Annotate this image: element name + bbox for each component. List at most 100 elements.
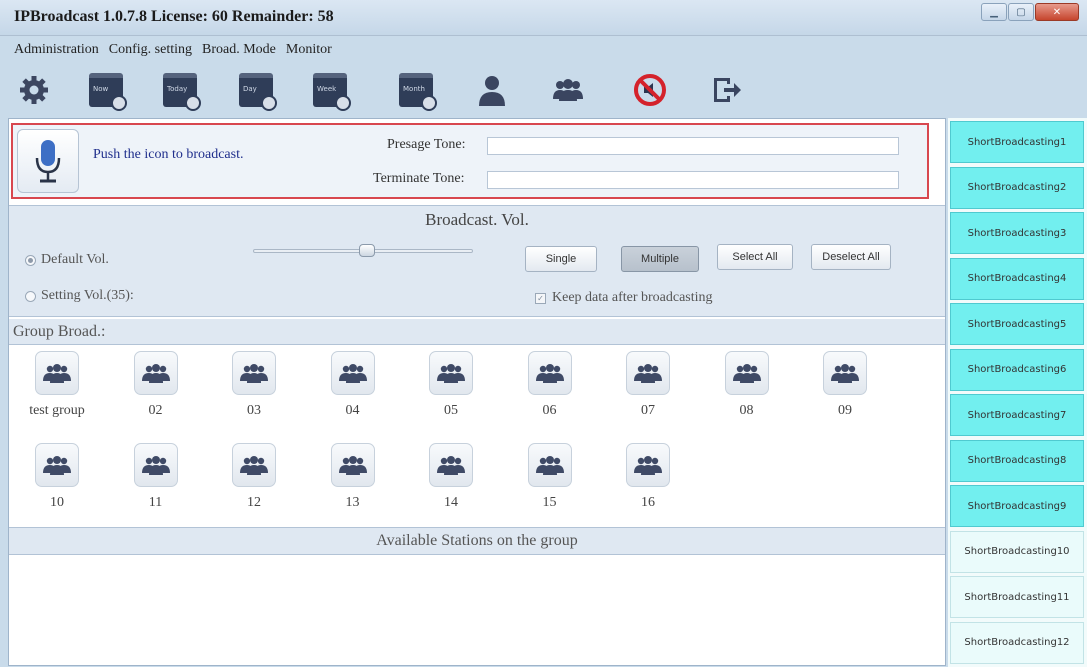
group-label: 02 xyxy=(148,403,163,418)
menu-config-setting[interactable]: Config. setting xyxy=(109,38,192,62)
push-instruction: Push the icon to broadcast. xyxy=(93,147,244,162)
gear-icon[interactable] xyxy=(12,70,56,110)
group-item[interactable]: 02 xyxy=(114,347,194,427)
keep-data-label: Keep data after broadcasting xyxy=(552,290,713,305)
menu-broad-mode[interactable]: Broad. Mode xyxy=(202,38,276,62)
group-item[interactable]: test group xyxy=(15,347,95,427)
exit-icon[interactable] xyxy=(704,70,748,110)
group-item[interactable]: 16 xyxy=(606,439,686,519)
group-item[interactable]: 08 xyxy=(705,347,785,427)
group-item[interactable]: 06 xyxy=(508,347,588,427)
group-icon[interactable] xyxy=(232,351,276,395)
radio-selected-icon xyxy=(25,254,36,266)
short-broadcast-button[interactable]: ShortBroadcasting11 xyxy=(950,576,1084,618)
slider-thumb[interactable] xyxy=(359,244,375,257)
group-label: 16 xyxy=(641,495,655,510)
select-all-button[interactable]: Select All xyxy=(717,244,793,270)
group-icon[interactable] xyxy=(626,443,670,487)
group-item[interactable]: 03 xyxy=(212,347,292,427)
group-item[interactable]: 05 xyxy=(409,347,489,427)
calendar-now-label: Now xyxy=(93,85,109,93)
group-label: 06 xyxy=(542,403,557,418)
calendar-month-icon[interactable]: Month xyxy=(394,70,438,111)
short-broadcast-button[interactable]: ShortBroadcasting6 xyxy=(950,348,1084,391)
minimize-icon[interactable]: ▁ xyxy=(981,3,1007,21)
default-volume-label: Default Vol. xyxy=(41,252,109,267)
short-broadcast-button[interactable]: ShortBroadcasting10 xyxy=(950,530,1084,573)
setting-volume-label: Setting Vol.(35): xyxy=(41,288,134,303)
calendar-today-icon[interactable]: Today xyxy=(158,70,202,111)
group-item[interactable]: 13 xyxy=(311,439,391,519)
group-grid: test group 02 03 04 05 06 07 08 09 10 11 12 13 14 15 16 xyxy=(9,347,945,525)
group-label: 09 xyxy=(838,403,852,418)
presage-tone-input[interactable] xyxy=(487,137,899,155)
short-broadcast-button[interactable]: ShortBroadcasting9 xyxy=(950,485,1084,527)
group-icon[interactable] xyxy=(527,351,572,395)
group-icon[interactable] xyxy=(330,443,375,487)
title-bar: IPBroadcast 1.0.7.8 License: 60 Remainde… xyxy=(0,0,1087,36)
deselect-all-button[interactable]: Deselect All xyxy=(811,244,891,270)
calendar-now-icon[interactable]: Now xyxy=(84,70,128,111)
group-icon[interactable] xyxy=(527,443,572,487)
group-item[interactable]: 07 xyxy=(606,347,686,427)
group-item[interactable]: 14 xyxy=(409,439,489,519)
calendar-month-label: Month xyxy=(403,85,425,93)
calendar-day-label: Day xyxy=(243,85,257,93)
keep-data-checkbox[interactable]: ✓ Keep data after broadcasting xyxy=(535,290,713,306)
group-item[interactable]: 12 xyxy=(212,439,292,519)
group-icon[interactable] xyxy=(35,443,79,487)
group-icon[interactable] xyxy=(823,351,867,395)
short-broadcast-button[interactable]: ShortBroadcasting1 xyxy=(950,121,1084,163)
menu-administration[interactable]: Administration xyxy=(14,38,99,62)
checkbox-checked-icon: ✓ xyxy=(535,292,546,304)
group-label: 15 xyxy=(542,495,557,510)
group-label: 04 xyxy=(345,403,360,418)
group-item[interactable]: 04 xyxy=(311,347,391,427)
group-icon[interactable] xyxy=(626,351,670,395)
group-icon[interactable] xyxy=(330,351,375,395)
user-icon[interactable] xyxy=(470,70,514,110)
terminate-tone-input[interactable] xyxy=(487,171,899,189)
group-icon[interactable] xyxy=(429,443,473,487)
calendar-today-label: Today xyxy=(167,85,188,93)
group-icon[interactable] xyxy=(232,443,276,487)
group-label: 10 xyxy=(50,495,64,510)
calendar-week-icon[interactable]: Week xyxy=(308,70,352,111)
close-icon[interactable]: ✕ xyxy=(1035,3,1079,21)
group-icon[interactable] xyxy=(546,70,590,110)
menu-monitor[interactable]: Monitor xyxy=(286,38,332,62)
short-broadcast-button[interactable]: ShortBroadcasting3 xyxy=(950,212,1084,254)
single-button[interactable]: Single xyxy=(525,246,597,272)
group-item[interactable]: 10 xyxy=(15,439,95,519)
default-volume-radio[interactable]: Default Vol. xyxy=(25,252,109,268)
short-broadcast-button[interactable]: ShortBroadcasting8 xyxy=(950,439,1084,482)
short-broadcast-button[interactable]: ShortBroadcasting5 xyxy=(950,303,1084,345)
group-icon[interactable] xyxy=(133,443,178,487)
group-item[interactable]: 11 xyxy=(114,439,194,519)
group-item[interactable]: 09 xyxy=(803,347,883,427)
group-icon[interactable] xyxy=(35,351,79,395)
short-broadcast-button[interactable]: ShortBroadcasting7 xyxy=(950,394,1084,436)
short-broadcast-button[interactable]: ShortBroadcasting4 xyxy=(950,257,1084,300)
group-icon[interactable] xyxy=(133,351,178,395)
group-broad-title: Group Broad.: xyxy=(13,323,106,340)
group-item[interactable]: 15 xyxy=(508,439,588,519)
radio-unselected-icon xyxy=(25,290,36,302)
maximize-icon[interactable]: ▢ xyxy=(1008,3,1034,21)
menu-bar: Administration Config. setting Broad. Mo… xyxy=(0,38,1087,62)
broadcast-volume-title: Broadcast. Vol. xyxy=(425,210,529,229)
mute-icon[interactable] xyxy=(628,70,672,110)
volume-slider[interactable] xyxy=(253,242,473,260)
multiple-button[interactable]: Multiple xyxy=(621,246,699,272)
setting-volume-radio[interactable]: Setting Vol.(35): xyxy=(25,288,134,304)
broadcast-volume-panel: Broadcast. Vol. Default Vol. Setting Vol… xyxy=(9,205,945,317)
calendar-day-icon[interactable]: Day xyxy=(234,70,278,111)
short-broadcast-button[interactable]: ShortBroadcasting12 xyxy=(950,621,1084,664)
short-broadcast-button[interactable]: ShortBroadcasting2 xyxy=(950,166,1084,209)
calendar-week-label: Week xyxy=(317,85,337,93)
group-label: 05 xyxy=(444,403,458,418)
push-to-broadcast-panel: Push the icon to broadcast. Presage Tone… xyxy=(11,123,929,199)
group-icon[interactable] xyxy=(429,351,473,395)
group-icon[interactable] xyxy=(724,351,769,395)
microphone-button[interactable] xyxy=(17,129,79,193)
